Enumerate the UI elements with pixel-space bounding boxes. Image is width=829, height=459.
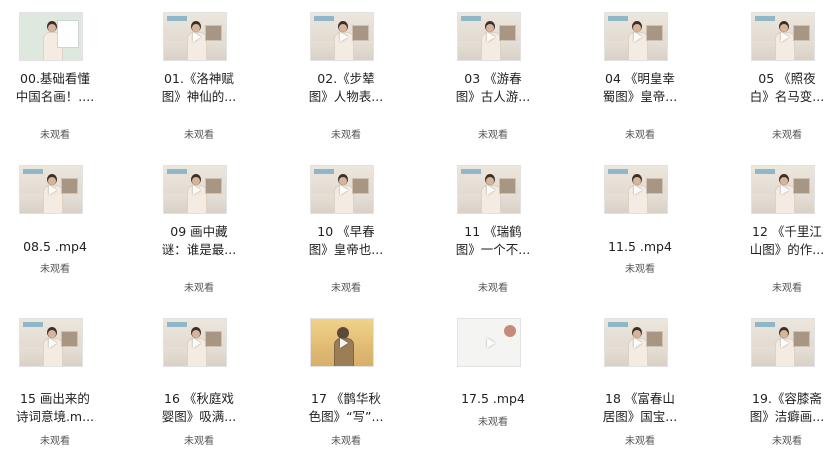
video-grid: 00.基础看懂 中国名画！.... 未观看 01.《洛神赋 图》神仙的... 未观看… (0, 0, 829, 459)
watch-status: 未观看 (478, 417, 508, 428)
video-title[interactable]: 15 画出来的 诗词意境.m... (0, 390, 110, 426)
video-thumbnail[interactable] (310, 318, 374, 367)
play-icon (634, 337, 642, 348)
video-title[interactable]: 11.5 .mp4 (585, 238, 695, 256)
video-thumbnail[interactable] (751, 165, 815, 214)
video-title[interactable]: 17 《鹊华秋 色图》“写”... (291, 390, 401, 426)
watch-status: 未观看 (184, 130, 214, 141)
video-thumbnail[interactable] (19, 318, 83, 367)
watch-status: 未观看 (478, 130, 508, 141)
play-icon (781, 184, 789, 195)
video-thumbnail[interactable] (604, 165, 668, 214)
video-title[interactable]: 17.5 .mp4 (438, 390, 548, 408)
play-icon (634, 31, 642, 42)
video-thumbnail[interactable] (163, 12, 227, 61)
play-icon (487, 184, 495, 195)
play-icon (193, 337, 201, 348)
video-title[interactable]: 09 画中藏 谜：谁是最... (144, 223, 254, 259)
watch-status: 未观看 (184, 283, 214, 294)
video-title[interactable]: 00.基础看懂 中国名画！.... (0, 70, 110, 106)
video-thumbnail[interactable] (163, 165, 227, 214)
video-thumbnail[interactable] (457, 12, 521, 61)
watch-status: 未观看 (40, 130, 70, 141)
video-thumbnail[interactable] (19, 12, 83, 61)
video-title[interactable]: 03 《游春 图》古人游... (438, 70, 548, 106)
video-title[interactable]: 12 《千里江 山图》的作... (732, 223, 829, 259)
play-icon (340, 337, 348, 348)
video-thumbnail[interactable] (751, 12, 815, 61)
video-thumbnail[interactable] (457, 318, 521, 367)
play-icon (49, 184, 57, 195)
video-thumbnail[interactable] (19, 165, 83, 214)
watch-status: 未观看 (331, 436, 361, 447)
video-title[interactable]: 19.《容膝斋 图》洁癖画... (732, 390, 829, 426)
watch-status: 未观看 (40, 264, 70, 275)
watch-status: 未观看 (772, 130, 802, 141)
watch-status: 未观看 (40, 436, 70, 447)
watch-status: 未观看 (331, 283, 361, 294)
video-title[interactable]: 10 《早春 图》皇帝也... (291, 223, 401, 259)
video-thumbnail[interactable] (310, 12, 374, 61)
play-icon (487, 337, 495, 348)
play-icon (340, 184, 348, 195)
video-thumbnail[interactable] (163, 318, 227, 367)
video-title[interactable]: 01.《洛神赋 图》神仙的... (144, 70, 254, 106)
video-thumbnail[interactable] (310, 165, 374, 214)
video-thumbnail[interactable] (604, 318, 668, 367)
play-icon (634, 184, 642, 195)
watch-status: 未观看 (772, 283, 802, 294)
video-title[interactable]: 04 《明皇幸 蜀图》皇帝... (585, 70, 695, 106)
watch-status: 未观看 (625, 264, 655, 275)
play-icon (487, 31, 495, 42)
video-title[interactable]: 16 《秋庭戏 婴图》吸满... (144, 390, 254, 426)
video-title[interactable]: 02.《步辇 图》人物表... (291, 70, 401, 106)
play-icon (781, 31, 789, 42)
watch-status: 未观看 (184, 436, 214, 447)
play-icon (781, 337, 789, 348)
watch-status: 未观看 (478, 283, 508, 294)
video-title[interactable]: 18 《富春山 居图》国宝... (585, 390, 695, 426)
watch-status: 未观看 (772, 436, 802, 447)
watch-status: 未观看 (625, 436, 655, 447)
play-icon (193, 184, 201, 195)
play-icon (340, 31, 348, 42)
video-title[interactable]: 11 《瑞鹤 图》一个不... (438, 223, 548, 259)
video-title[interactable]: 08.5 .mp4 (0, 238, 110, 256)
play-icon (49, 337, 57, 348)
watch-status: 未观看 (331, 130, 361, 141)
video-thumbnail[interactable] (604, 12, 668, 61)
video-thumbnail[interactable] (751, 318, 815, 367)
video-title[interactable]: 05 《照夜 白》名马变... (732, 70, 829, 106)
watch-status: 未观看 (625, 130, 655, 141)
play-icon (193, 31, 201, 42)
video-thumbnail[interactable] (457, 165, 521, 214)
